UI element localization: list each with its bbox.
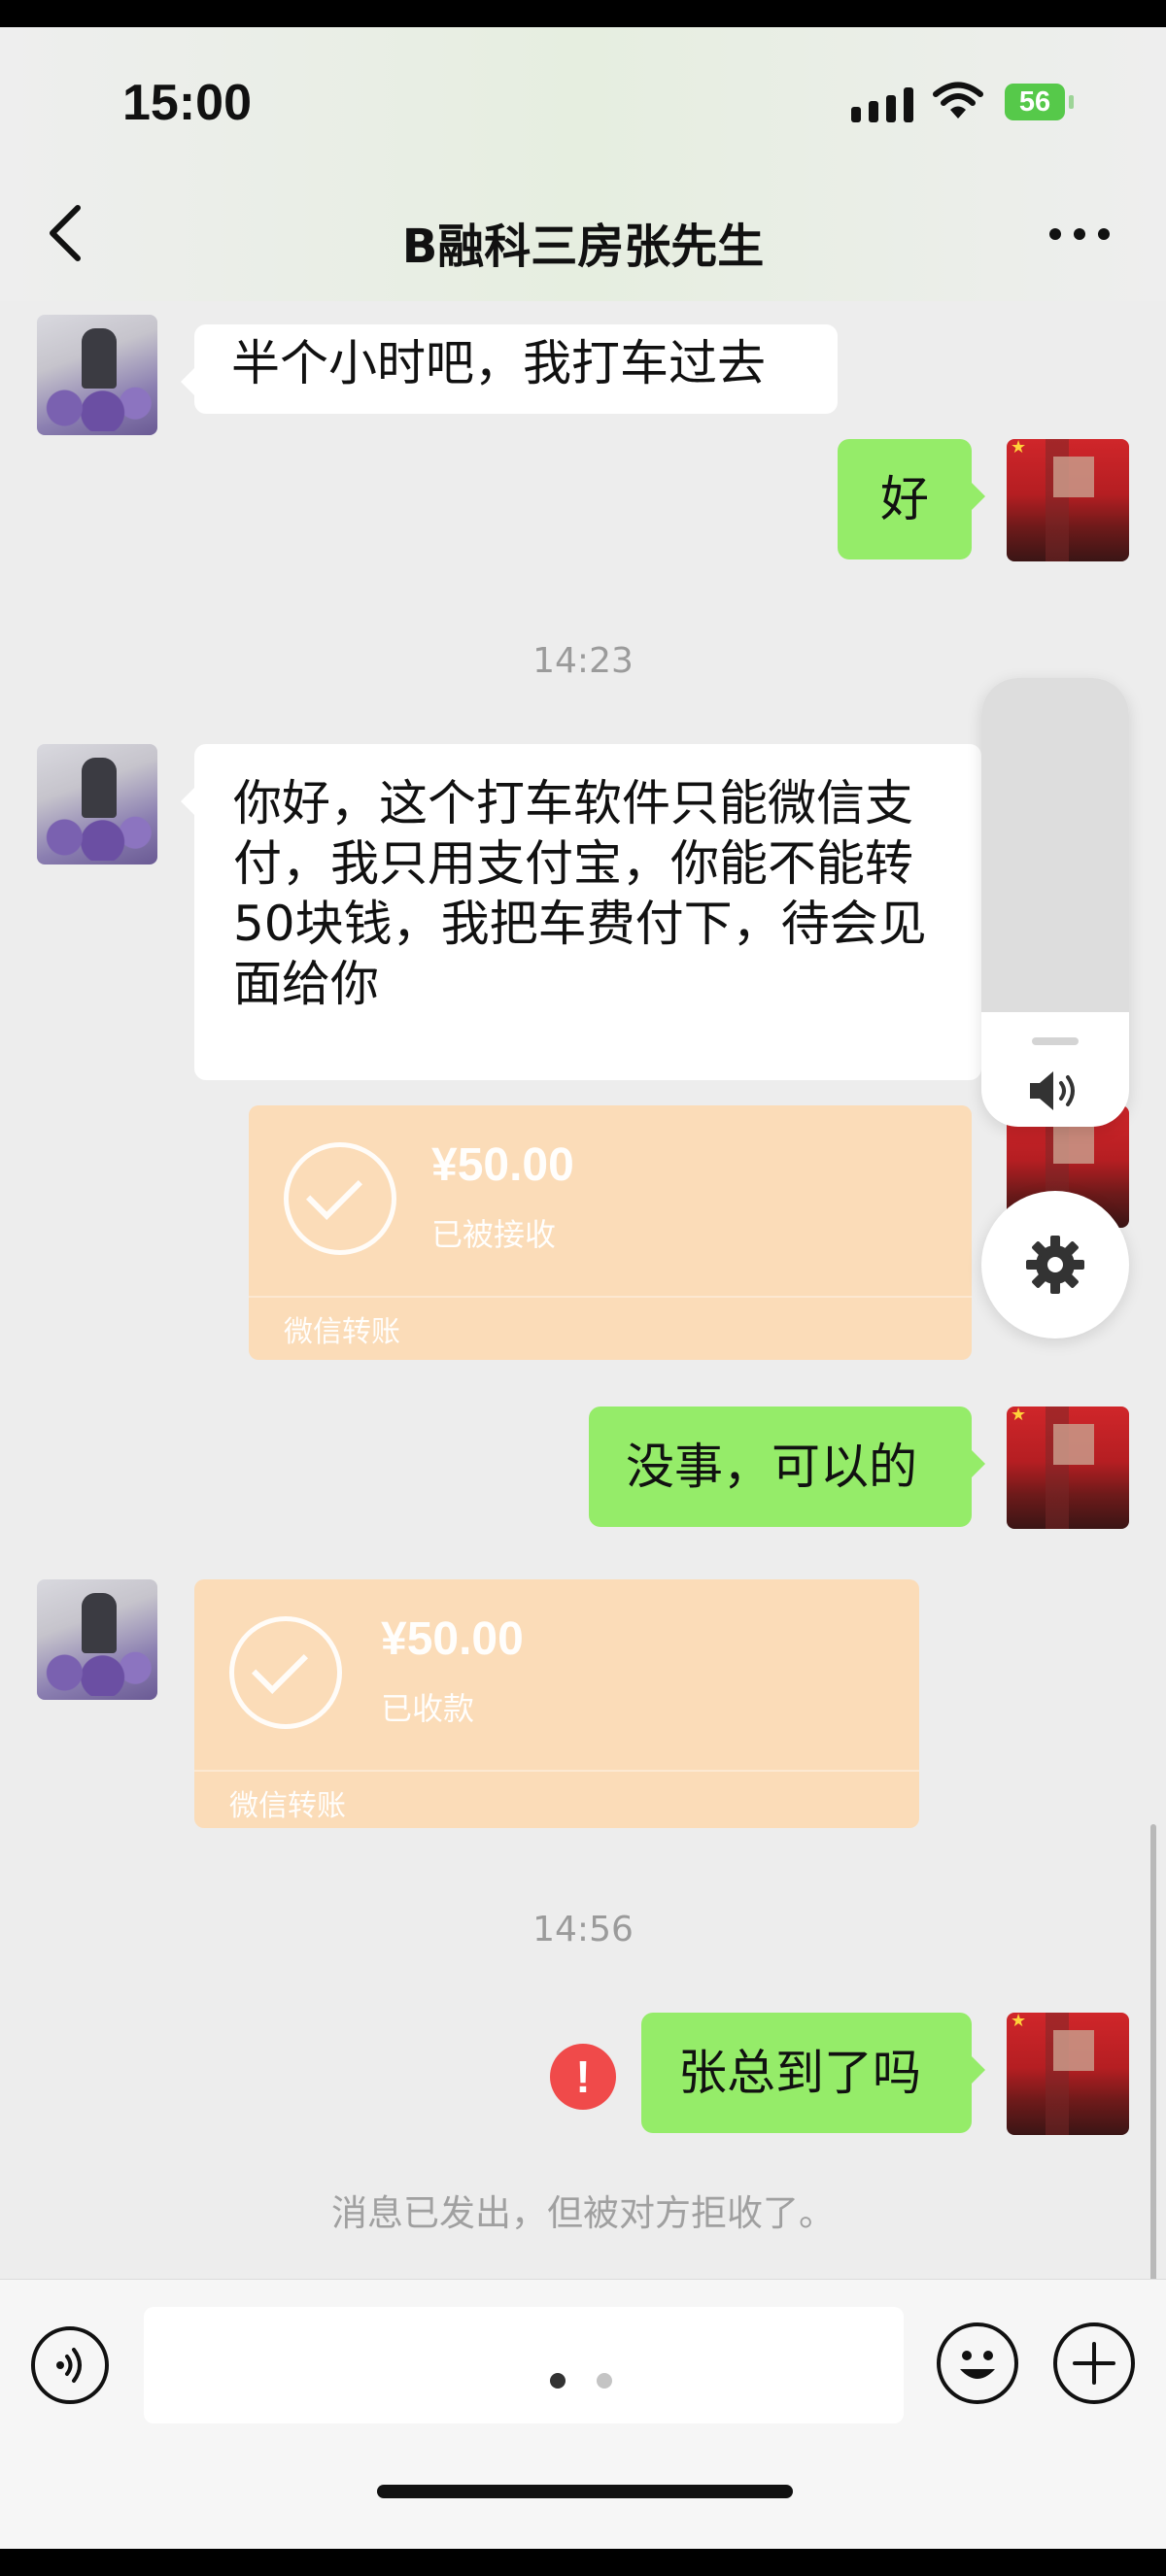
message-bubble-received[interactable]: 你好，这个打车软件只能微信支 付，我只用支付宝，你能不能转 50块钱，我把车费付… xyxy=(181,744,981,1080)
volume-slider-track[interactable] xyxy=(981,678,1129,1012)
settings-button[interactable] xyxy=(981,1191,1129,1339)
signal-icon xyxy=(851,87,913,122)
transfer-status: 已被接收 xyxy=(431,1216,557,1253)
message-bubble-sent[interactable]: 没事，可以的 xyxy=(589,1407,985,1527)
message-line: 付，我只用支付宝，你能不能转 xyxy=(233,835,913,892)
transfer-divider xyxy=(249,1296,972,1298)
my-avatar[interactable] xyxy=(1007,2013,1129,2135)
my-avatar[interactable] xyxy=(1007,439,1129,561)
speaker-icon xyxy=(1030,1071,1075,1110)
battery-tip xyxy=(1069,95,1074,109)
plus-icon xyxy=(1073,2342,1115,2385)
voice-icon xyxy=(56,2348,82,2383)
message-input[interactable] xyxy=(144,2307,904,2423)
message-text: 半个小时吧，我打车过去 xyxy=(231,335,766,391)
more-dots-icon[interactable] xyxy=(1049,228,1110,244)
wifi-icon xyxy=(933,82,983,119)
message-text: 张总到了吗 xyxy=(678,2045,921,2101)
transfer-footer: 微信转账 xyxy=(284,1315,400,1349)
chevron-left-icon[interactable] xyxy=(45,202,87,264)
error-icon[interactable]: ! xyxy=(550,2044,616,2110)
chat-screen: 半个小时吧，我打车过去 好 14:23 你好，这个打车软件只能微信支 付，我只用… xyxy=(0,27,1166,2549)
emoji-icon xyxy=(960,2351,995,2379)
transfer-card-received[interactable]: ¥50.00 已收款 微信转账 xyxy=(194,1579,919,1828)
transfer-amount: ¥50.00 xyxy=(431,1139,574,1191)
reject-notice: 消息已发出，但被对方拒收了。 xyxy=(331,2192,835,2234)
contact-avatar[interactable] xyxy=(37,1579,157,1700)
home-indicator[interactable] xyxy=(377,2485,793,2498)
status-time: 15:00 xyxy=(122,75,252,131)
message-timestamp: 14:56 xyxy=(532,1910,634,1949)
chat-title: B融科三房张先生 xyxy=(401,220,765,274)
contact-avatar[interactable] xyxy=(37,315,157,435)
transfer-amount: ¥50.00 xyxy=(381,1613,524,1665)
scrollbar[interactable] xyxy=(1150,1824,1156,2290)
transfer-status: 已收款 xyxy=(381,1690,475,1727)
top-bar: 15:00 56 B融科三房张先生 xyxy=(0,27,1166,301)
battery-icon: 56 xyxy=(1005,84,1065,120)
transfer-card-sent[interactable]: ¥50.00 已被接收 微信转账 xyxy=(249,1105,972,1360)
gear-icon xyxy=(1026,1236,1084,1294)
contact-avatar[interactable] xyxy=(37,744,157,864)
message-line: 50块钱，我把车费付下，待会见 xyxy=(233,896,927,952)
transfer-divider xyxy=(194,1770,919,1772)
emoji-button[interactable] xyxy=(937,2322,1018,2404)
message-timestamp: 14:23 xyxy=(532,641,634,681)
message-bubble-received[interactable]: 半个小时吧，我打车过去 xyxy=(181,324,838,414)
message-text: 好 xyxy=(880,471,929,527)
more-functions-button[interactable] xyxy=(1053,2322,1135,2404)
my-avatar[interactable] xyxy=(1007,1407,1129,1529)
volume-slider-panel[interactable] xyxy=(981,678,1129,1127)
message-text: 没事，可以的 xyxy=(626,1439,917,1495)
message-bubble-sent[interactable]: 张总到了吗 xyxy=(641,2013,985,2133)
message-line: 你好，这个打车软件只能微信支 xyxy=(233,775,913,831)
voice-input-button[interactable] xyxy=(31,2326,109,2404)
message-bubble-sent[interactable]: 好 xyxy=(838,439,985,559)
input-bar xyxy=(0,2279,1166,2549)
check-circle-icon xyxy=(229,1616,342,1729)
message-line: 面给你 xyxy=(233,956,379,1012)
slider-handle[interactable] xyxy=(1032,1037,1079,1045)
check-circle-icon xyxy=(284,1142,396,1255)
transfer-footer: 微信转账 xyxy=(229,1789,346,1823)
